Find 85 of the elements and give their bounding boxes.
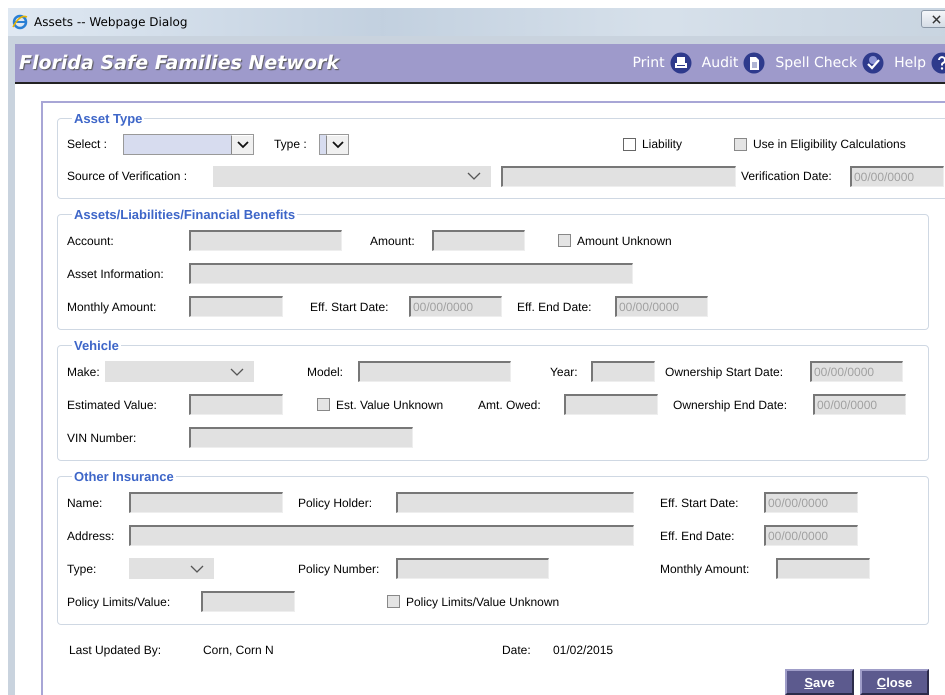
field-label: Verification Date: (741, 169, 832, 183)
browser-icon (12, 14, 28, 30)
dropdown-field[interactable] (319, 134, 349, 154)
input-field[interactable] (432, 230, 525, 251)
last-updated-value: Corn, Corn N (203, 643, 274, 657)
field-label: Select : (67, 137, 108, 151)
field-label: Address: (67, 528, 114, 542)
input-field[interactable] (189, 263, 633, 284)
field-label: Eff. Start Date: (660, 496, 738, 510)
field-label: Policy Limits/Value: (67, 594, 170, 608)
input-field[interactable] (129, 492, 283, 513)
field-label: Ownership Start Date: (665, 364, 784, 378)
checkbox-label: Liability (642, 137, 682, 151)
header-link[interactable]: Print (632, 52, 692, 74)
chevron-down-icon (332, 140, 344, 148)
field-label: Eff. Start Date: (310, 300, 388, 314)
input-field[interactable] (189, 427, 413, 448)
close-window-button[interactable] (921, 10, 945, 28)
field-label: Amt. Owed: (478, 398, 541, 412)
header-link[interactable]: Audit (702, 52, 766, 74)
field-label: Account: (67, 234, 114, 248)
input-field[interactable] (776, 558, 870, 579)
field-label: Monthly Amount: (67, 300, 156, 314)
document-icon (743, 52, 766, 74)
close-button[interactable]: Close (860, 669, 929, 695)
date-field[interactable]: 00/00/0000 (850, 166, 944, 186)
field-label: Source of Verification : (67, 169, 188, 183)
checkbox-label: Use in Eligibility Calculations (753, 137, 906, 151)
field-label: Eff. End Date: (517, 300, 592, 314)
input-field[interactable] (396, 558, 549, 579)
section-title: Other Insurance (73, 469, 175, 484)
date-field[interactable]: 00/00/0000 (615, 296, 708, 317)
input-field[interactable] (591, 361, 655, 382)
section-title: Assets/Liabilities/Financial Benefits (73, 207, 296, 222)
date-field[interactable]: 00/00/0000 (409, 296, 502, 317)
field-label: VIN Number: (67, 430, 136, 444)
field-label: Type: (67, 562, 96, 576)
section-title: Asset Type (73, 111, 144, 126)
header-link[interactable]: Help (894, 52, 945, 74)
input-field[interactable] (189, 296, 283, 317)
chevron-down-icon (467, 172, 481, 180)
input-field[interactable] (201, 591, 295, 612)
section-title: Vehicle (73, 338, 120, 353)
checkbox-label: Est. Value Unknown (336, 398, 444, 412)
field-label: Name: (67, 496, 102, 510)
last-updated-label: Last Updated By: (69, 643, 162, 657)
dropdown-field[interactable] (123, 134, 254, 154)
checkbox-label: Policy Limits/Value Unknown (406, 594, 560, 608)
input-field[interactable] (564, 394, 658, 415)
input-field[interactable] (396, 492, 634, 513)
field-label: Ownership End Date: (673, 398, 788, 412)
date-field[interactable]: 00/00/0000 (764, 492, 858, 513)
header-link[interactable]: Spell Check (775, 52, 884, 74)
field-label: Asset Information: (67, 266, 164, 280)
checkbox[interactable] (623, 138, 636, 150)
date-field[interactable]: 00/00/0000 (810, 361, 903, 382)
field-label: Monthly Amount: (660, 562, 750, 576)
input-field[interactable] (129, 525, 634, 546)
field-label: Type : (274, 137, 307, 151)
date-value: 01/02/2015 (553, 643, 614, 657)
input-field[interactable] (189, 394, 283, 415)
date-field[interactable]: 00/00/0000 (813, 394, 906, 415)
save-button[interactable]: Save (785, 669, 854, 695)
field-label: Policy Holder: (298, 496, 372, 510)
input-field[interactable] (358, 361, 511, 382)
app-title: Florida Safe Families Network (19, 52, 339, 74)
field-label: Model: (307, 364, 344, 378)
chevron-down-icon (190, 564, 204, 572)
chevron-down-icon (236, 140, 248, 148)
spell-check-icon (862, 52, 884, 74)
field-label: Amount: (370, 234, 415, 248)
input-field[interactable] (189, 230, 342, 251)
field-label: Year: (550, 364, 578, 378)
field-label: Make: (67, 364, 100, 378)
printer-icon (670, 52, 692, 74)
field-label: Eff. End Date: (660, 528, 734, 542)
chevron-down-icon (230, 368, 244, 376)
checkbox-label: Amount Unknown (577, 234, 672, 248)
date-field[interactable]: 00/00/0000 (764, 525, 858, 546)
date-label: Date: (502, 643, 531, 657)
window-title: Assets -- Webpage Dialog (34, 15, 188, 29)
field-label: Policy Number: (298, 562, 380, 576)
close-icon (932, 14, 940, 24)
input-field[interactable] (501, 166, 736, 186)
field-label: Estimated Value: (67, 398, 157, 412)
